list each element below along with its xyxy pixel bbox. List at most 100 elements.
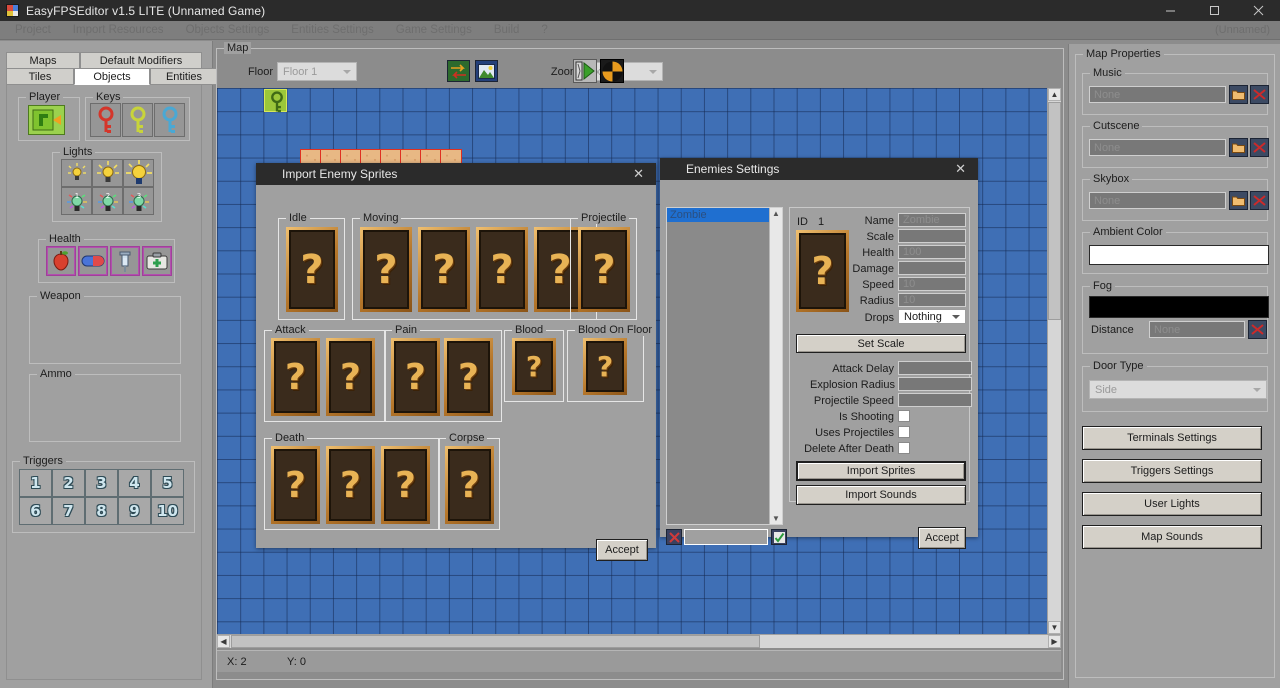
terminals-settings-button[interactable]: Terminals Settings [1082, 426, 1262, 450]
enemy-damage-field[interactable] [898, 261, 966, 275]
syringe-icon[interactable] [110, 246, 140, 276]
cutscene-folder-icon[interactable] [1229, 138, 1248, 157]
map-horizontal-scrollbar[interactable]: ◀ ▶ [217, 634, 1061, 648]
menu-project[interactable]: Project [4, 21, 62, 40]
light-colored-1-icon[interactable]: 1 [61, 187, 92, 215]
explosion-radius-field[interactable] [898, 377, 972, 391]
set-scale-button[interactable]: Set Scale [796, 334, 966, 353]
tab-objects[interactable]: Objects [74, 68, 150, 85]
light-colored-3-icon[interactable]: 3 [123, 187, 154, 215]
horizontal-scroll-thumb[interactable] [231, 635, 760, 648]
music-clear-x-icon[interactable] [1250, 85, 1269, 104]
sprite-slot-idle-1[interactable]: ? [286, 227, 338, 312]
cutscene-field[interactable]: None [1089, 139, 1226, 156]
sprite-slot-death-3[interactable]: ? [381, 446, 430, 524]
chevron-up-icon[interactable]: ▲ [772, 209, 780, 218]
map-object-key-yellow[interactable] [264, 89, 287, 113]
floor-select[interactable]: Floor 1 [277, 62, 357, 81]
menu-help[interactable]: ? [530, 21, 558, 40]
import-sprites-button[interactable]: Import Sprites [796, 461, 966, 481]
scroll-up-button[interactable]: ▲ [1048, 88, 1061, 101]
light-medium-icon[interactable] [92, 159, 123, 187]
fog-distance-field[interactable]: None [1149, 321, 1245, 338]
swap-layers-icon[interactable] [447, 60, 470, 82]
skybox-field[interactable]: None [1089, 192, 1226, 209]
tab-tiles[interactable]: Tiles [6, 68, 74, 85]
user-lights-button[interactable]: User Lights [1082, 492, 1262, 516]
cutscene-clear-x-icon[interactable] [1250, 138, 1269, 157]
scroll-right-button[interactable]: ▶ [1048, 635, 1061, 648]
skybox-folder-icon[interactable] [1229, 191, 1248, 210]
door-type-select[interactable]: Side [1089, 380, 1267, 399]
skybox-clear-x-icon[interactable] [1250, 191, 1269, 210]
map-vertical-scrollbar[interactable]: ▲ ▼ [1047, 88, 1061, 634]
sprite-slot-projectile-1[interactable]: ? [578, 227, 630, 312]
fog-clear-x-icon[interactable] [1248, 320, 1267, 339]
key-red-icon[interactable] [90, 103, 121, 137]
enemy-preview-sprite[interactable]: ? [796, 230, 849, 312]
projectile-speed-field[interactable] [898, 393, 972, 407]
light-colored-2-icon[interactable]: 2 [92, 187, 123, 215]
chevron-down-icon[interactable]: ▼ [772, 514, 780, 523]
minimize-button[interactable] [1148, 0, 1192, 21]
trigger-1[interactable]: 1 [19, 469, 52, 497]
save-map-image-icon[interactable] [475, 60, 498, 82]
delete-after-death-checkbox[interactable] [898, 442, 910, 454]
menu-game-settings[interactable]: Game Settings [385, 21, 483, 40]
sprite-slot-moving-3[interactable]: ? [476, 227, 528, 312]
map-sounds-button[interactable]: Map Sounds [1082, 525, 1262, 549]
sprite-slot-moving-2[interactable]: ? [418, 227, 470, 312]
attack-delay-field[interactable] [898, 361, 972, 375]
trigger-3[interactable]: 3 [85, 469, 118, 497]
light-large-icon[interactable] [123, 159, 154, 187]
sprite-slot-blood-1[interactable]: ? [512, 338, 556, 395]
trigger-2[interactable]: 2 [52, 469, 85, 497]
pill-icon[interactable] [78, 246, 108, 276]
sprite-slot-corpse-1[interactable]: ? [445, 446, 494, 524]
key-blue-icon[interactable] [154, 103, 185, 137]
menu-entities-settings[interactable]: Entities Settings [280, 21, 384, 40]
sprite-slot-moving-1[interactable]: ? [360, 227, 412, 312]
fog-color-swatch[interactable] [1089, 296, 1269, 318]
enemy-name-field[interactable]: Zombie [898, 213, 966, 227]
close-button[interactable] [1236, 0, 1280, 21]
sprite-slot-blood-on-floor-1[interactable]: ? [583, 338, 627, 395]
key-yellow-icon[interactable] [122, 103, 153, 137]
scroll-left-button[interactable]: ◀ [217, 635, 230, 648]
enemy-scale-field[interactable] [898, 229, 966, 243]
player-spawn-icon[interactable] [28, 105, 65, 135]
light-small-icon[interactable] [61, 159, 92, 187]
enemy-list[interactable]: Zombie ▲ ▼ [666, 207, 783, 525]
trigger-10[interactable]: 10 [151, 497, 184, 525]
trigger-6[interactable]: 6 [19, 497, 52, 525]
menu-objects-settings[interactable]: Objects Settings [175, 21, 281, 40]
is-shooting-checkbox[interactable] [898, 410, 910, 422]
enemy-list-item-zombie[interactable]: Zombie [667, 208, 770, 222]
apple-icon[interactable] [46, 246, 76, 276]
ambient-color-swatch[interactable] [1089, 245, 1269, 265]
enemy-radius-field[interactable]: 10 [898, 293, 966, 307]
enemy-drops-select[interactable]: Nothing [898, 309, 966, 324]
triggers-settings-button[interactable]: Triggers Settings [1082, 459, 1262, 483]
sprite-slot-death-1[interactable]: ? [271, 446, 320, 524]
import-sounds-button[interactable]: Import Sounds [796, 485, 966, 505]
render-preview-icon[interactable] [600, 59, 624, 83]
music-field[interactable]: None [1089, 86, 1226, 103]
sprite-slot-attack-2[interactable]: ? [326, 338, 375, 416]
tab-maps[interactable]: Maps [6, 52, 80, 69]
new-enemy-name-input[interactable] [684, 529, 768, 545]
tab-default-modifiers[interactable]: Default Modifiers [80, 52, 202, 69]
vertical-scroll-thumb[interactable] [1048, 102, 1061, 320]
enemy-list-scrollbar[interactable]: ▲ ▼ [769, 208, 782, 524]
confirm-check-icon[interactable] [771, 529, 787, 545]
trigger-8[interactable]: 8 [85, 497, 118, 525]
uses-projectiles-checkbox[interactable] [898, 426, 910, 438]
trigger-5[interactable]: 5 [151, 469, 184, 497]
sprite-slot-pain-2[interactable]: ? [444, 338, 493, 416]
enemy-health-field[interactable]: 100 [898, 245, 966, 259]
sprite-slot-death-2[interactable]: ? [326, 446, 375, 524]
menu-build[interactable]: Build [483, 21, 531, 40]
medkit-icon[interactable] [142, 246, 172, 276]
delete-enemy-x-icon[interactable] [666, 529, 682, 545]
enemies-settings-close-icon[interactable]: ✕ [955, 161, 966, 177]
